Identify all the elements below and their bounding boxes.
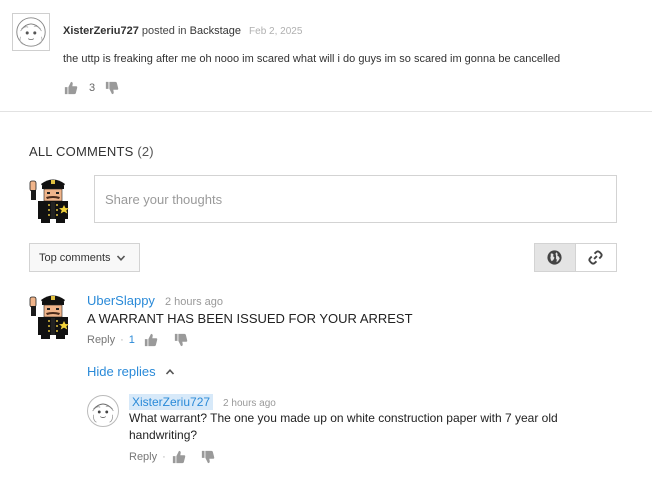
comment-reply-button[interactable]: Reply <box>87 334 115 346</box>
globe-view-button[interactable] <box>535 244 576 271</box>
hide-replies-label: Hide replies <box>87 364 156 379</box>
comment-view-toggle <box>534 243 617 272</box>
hide-replies-button[interactable]: Hide replies <box>87 364 175 379</box>
police-officer-avatar-icon <box>29 291 77 339</box>
post-actions: 3 <box>63 80 120 96</box>
thumbs-up-icon[interactable] <box>171 449 187 465</box>
link-icon <box>588 250 603 265</box>
separator-dot: · <box>120 334 124 346</box>
comment-header: UberSlappy 2 hours ago <box>87 293 223 308</box>
thumbs-down-icon[interactable] <box>104 80 120 96</box>
sort-comments-label: Top comments <box>39 251 111 264</box>
post-posted-in-text: posted in <box>141 25 187 37</box>
link-view-button[interactable] <box>575 244 616 271</box>
commenter-avatar[interactable] <box>29 291 77 339</box>
sort-comments-dropdown[interactable]: Top comments <box>29 243 140 272</box>
reply-header: XisterZeriu727 2 hours ago <box>129 394 276 410</box>
post-body-text: the uttp is freaking after me oh nooo im… <box>63 53 561 65</box>
comment-actions: Reply · 1 <box>87 332 189 348</box>
chevron-up-icon <box>165 368 174 375</box>
post-channel-link[interactable]: Backstage <box>190 25 241 37</box>
reply-author-avatar[interactable] <box>87 395 119 427</box>
thumbs-up-icon[interactable] <box>63 80 79 96</box>
post-header: XisterZeriu727 posted in Backstage Feb 2… <box>63 25 302 37</box>
thumbs-down-icon[interactable] <box>173 332 189 348</box>
reply-body-text: What warrant? The one you made up on whi… <box>129 411 558 442</box>
all-comments-header: ALL COMMENTS (2) <box>29 144 154 159</box>
comment-like-count: 1 <box>128 334 135 346</box>
comment-timestamp[interactable]: 2 hours ago <box>165 296 223 308</box>
post-like-count: 3 <box>89 82 96 94</box>
comment-author-name[interactable]: UberSlappy <box>87 293 155 308</box>
reply-reply-button[interactable]: Reply <box>129 451 157 463</box>
sketch-avatar-icon <box>16 17 46 47</box>
post-author-name[interactable]: XisterZeriu727 <box>63 25 139 37</box>
all-comments-label: ALL COMMENTS <box>29 144 134 159</box>
sketch-avatar-icon <box>90 398 116 424</box>
chevron-down-icon <box>116 254 125 261</box>
thumbs-down-icon[interactable] <box>200 449 216 465</box>
post-card: XisterZeriu727 posted in Backstage Feb 2… <box>0 0 652 112</box>
reply-timestamp[interactable]: 2 hours ago <box>223 398 276 409</box>
post-date: Feb 2, 2025 <box>249 26 303 37</box>
thumbs-up-icon[interactable] <box>143 332 159 348</box>
current-user-avatar <box>29 175 77 223</box>
reply-actions: Reply · <box>129 449 216 465</box>
reply-author-name[interactable]: XisterZeriu727 <box>129 394 214 410</box>
share-thoughts-input[interactable] <box>94 175 617 223</box>
separator-dot: · <box>162 451 166 463</box>
comment-body-text: A WARRANT HAS BEEN ISSUED FOR YOUR ARRES… <box>87 311 413 326</box>
comments-count: (2) <box>137 144 154 159</box>
post-author-avatar[interactable] <box>12 13 50 51</box>
police-officer-avatar-icon <box>29 175 77 223</box>
globe-icon <box>547 250 562 265</box>
